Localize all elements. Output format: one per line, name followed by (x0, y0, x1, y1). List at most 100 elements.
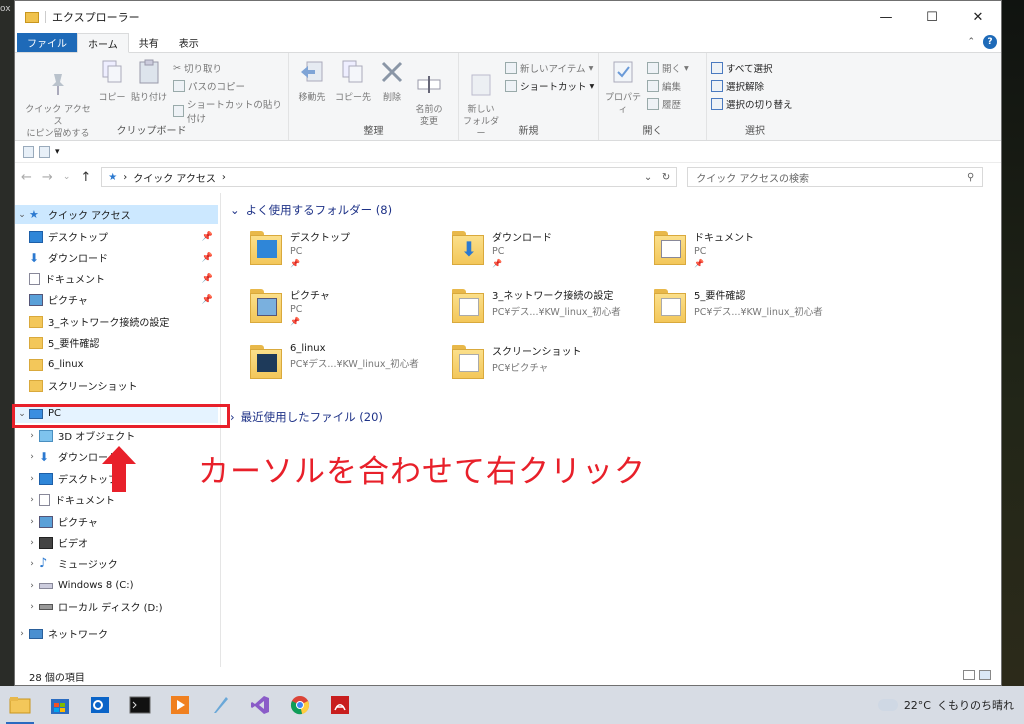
tile-pictures[interactable]: ピクチャ PC 📌 (250, 287, 450, 339)
collapse-ribbon-icon[interactable]: ⌃ (967, 37, 975, 47)
taskbar-visual-studio[interactable] (240, 686, 280, 724)
chrome-icon (290, 696, 310, 715)
taskbar-store[interactable] (40, 686, 80, 724)
recent-locations-icon[interactable]: ⌄ (63, 172, 71, 182)
nav-pc-drive-c[interactable]: › Windows 8 (C:) (15, 576, 218, 595)
select-none-icon (711, 80, 723, 92)
nav-quick-access[interactable]: ⌄ ★ クイック アクセス (15, 205, 218, 224)
address-dropdown-icon[interactable]: ⌄ (644, 172, 652, 183)
download-icon: ⬇ (29, 250, 40, 265)
nav-pc-videos[interactable]: › ビデオ (15, 533, 218, 552)
tab-view[interactable]: 表示 (169, 33, 209, 52)
quick-access-toolbar: ▾ (15, 141, 1001, 163)
annotation-text: カーソルを合わせて右クリック (198, 454, 646, 490)
taskbar-outlook[interactable] (80, 686, 120, 724)
folder-icon (29, 358, 43, 371)
edit-button[interactable]: 編集 (647, 79, 681, 93)
nav-pc-3d-objects[interactable]: › 3D オブジェクト (15, 426, 218, 445)
new-folder-button[interactable]: 新しい フォルダー (461, 59, 501, 152)
shortcut-button[interactable]: ショートカット ▾ (505, 79, 594, 93)
invert-selection-button[interactable]: 選択の切り替え (711, 97, 793, 111)
open-group: プロパティ 開く ▾ 編集 履歴 開く (599, 53, 707, 140)
breadcrumb-quick-access[interactable]: クイック アクセス (133, 170, 216, 185)
taskbar-acrobat[interactable] (320, 686, 360, 724)
main-pane: ⌄ よく使用するフォルダー (8) デスクトップ PC 📌 ⬇ ダウンロード PC 📌 … (222, 193, 1001, 667)
copy-path-button[interactable]: パスのコピー (173, 79, 245, 93)
nav-pc-drive-d[interactable]: › ローカル ディスク (D:) (15, 597, 218, 616)
copy-to-button[interactable]: コピー先 (333, 59, 373, 104)
select-all-button[interactable]: すべて選択 (711, 61, 772, 75)
tab-home[interactable]: ホーム (77, 33, 129, 53)
nav-qa-folder-network[interactable]: 3_ネットワーク接続の設定 (15, 312, 218, 331)
pin-quick-access-button[interactable]: クイック アクセス にピン留めする (21, 59, 95, 152)
up-icon[interactable]: ↑ (80, 170, 91, 185)
move-to-button[interactable]: 移動先 (293, 59, 331, 104)
frequent-folders-header[interactable]: ⌄ よく使用するフォルダー (8) (230, 202, 392, 218)
nav-qa-folder-linux[interactable]: 6_linux (15, 355, 218, 374)
system-tray[interactable]: 22°C くもりのち晴れ (874, 686, 1014, 724)
help-icon[interactable]: ? (983, 35, 997, 49)
address-input[interactable]: ★ › クイック アクセス › ⌄ ↻ (101, 167, 678, 187)
delete-button[interactable]: 削除 (375, 59, 409, 104)
taskbar-media[interactable] (160, 686, 200, 724)
new-item-button[interactable]: 新しいアイテム ▾ (505, 61, 593, 75)
shortcut-icon (173, 105, 184, 117)
tile-screenshots[interactable]: スクリーンショット PC¥ピクチャ (452, 343, 652, 395)
history-button[interactable]: 履歴 (647, 97, 681, 111)
taskbar-chrome[interactable] (280, 686, 320, 724)
new-item-icon (505, 62, 517, 74)
folder-icon (25, 11, 39, 23)
details-view-icon[interactable] (963, 670, 975, 680)
tile-downloads[interactable]: ⬇ ダウンロード PC 📌 (452, 229, 652, 281)
close-button[interactable]: ✕ (955, 1, 1001, 33)
nav-qa-downloads[interactable]: ⬇ ダウンロード 📌 (15, 248, 218, 267)
nav-network[interactable]: › ネットワーク (15, 624, 218, 643)
ribbon: クイック アクセス にピン留めする コピー 貼り付け ✂ 切り取り パスのコピー … (15, 53, 1001, 141)
taskbar-terminal[interactable] (120, 686, 160, 724)
video-icon (39, 536, 53, 549)
folder-icon (250, 289, 282, 323)
tile-desktop[interactable]: デスクトップ PC 📌 (250, 229, 450, 281)
expand-chevron-icon: › (230, 410, 235, 424)
tab-file[interactable]: ファイル (17, 33, 77, 52)
nav-qa-folder-screenshots[interactable]: スクリーンショット (15, 376, 218, 395)
nav-qa-pictures[interactable]: ピクチャ 📌 (15, 290, 218, 309)
nav-qa-desktop[interactable]: デスクトップ 📌 (15, 227, 218, 246)
easy-access-icon (505, 80, 517, 92)
nav-pc-pictures[interactable]: › ピクチャ (15, 512, 218, 531)
weather-icon (874, 695, 898, 711)
copy-button[interactable]: コピー (97, 59, 127, 104)
large-icons-view-icon[interactable] (979, 670, 991, 680)
nav-qa-folder-requirements[interactable]: 5_要件確認 (15, 333, 218, 352)
cut-button[interactable]: ✂ 切り取り (173, 61, 222, 76)
nav-pc-music[interactable]: › ♪ ミュージック (15, 554, 218, 573)
back-icon[interactable]: ← (21, 170, 32, 185)
nav-pc-documents[interactable]: › ドキュメント (15, 490, 218, 509)
search-input[interactable]: クイック アクセスの検索 ⚲ (687, 167, 984, 187)
nav-qa-documents[interactable]: ドキュメント 📌 (15, 269, 218, 288)
title-bar[interactable]: エクスプローラー — ☐ ✕ (15, 1, 1001, 33)
tile-network-settings[interactable]: 3_ネットワーク接続の設定 PC¥デス...¥KW_linux_初心者 (452, 287, 652, 339)
minimize-button[interactable]: — (863, 1, 909, 33)
tab-share[interactable]: 共有 (129, 33, 169, 52)
refresh-icon[interactable]: ↻ (662, 172, 670, 183)
move-icon (301, 61, 323, 82)
desktop-edge-text: ox (0, 4, 11, 14)
paste-shortcut-button[interactable]: ショートカットの貼り付け (173, 97, 288, 125)
weather-text: くもりのち晴れ (937, 699, 1014, 712)
select-none-button[interactable]: 選択解除 (711, 79, 764, 93)
tile-documents[interactable]: ドキュメント PC 📌 (654, 229, 854, 281)
taskbar-notepad[interactable] (200, 686, 240, 724)
open-button[interactable]: 開く ▾ (647, 61, 689, 75)
desktop-icon (29, 230, 43, 243)
tile-linux[interactable]: 6_linux PC¥デス...¥KW_linux_初心者 (250, 343, 450, 395)
taskbar-explorer[interactable] (0, 686, 40, 724)
search-icon: ⚲ (966, 171, 975, 183)
tile-requirements[interactable]: 5_要件確認 PC¥デス...¥KW_linux_初心者 (654, 287, 854, 339)
maximize-button[interactable]: ☐ (909, 1, 955, 33)
paste-button[interactable]: 貼り付け (129, 59, 169, 104)
folder-icon (29, 379, 43, 392)
recent-files-header[interactable]: › 最近使用したファイル (20) (230, 409, 383, 425)
properties-button[interactable]: プロパティ (601, 59, 645, 116)
forward-icon[interactable]: → (42, 170, 53, 185)
